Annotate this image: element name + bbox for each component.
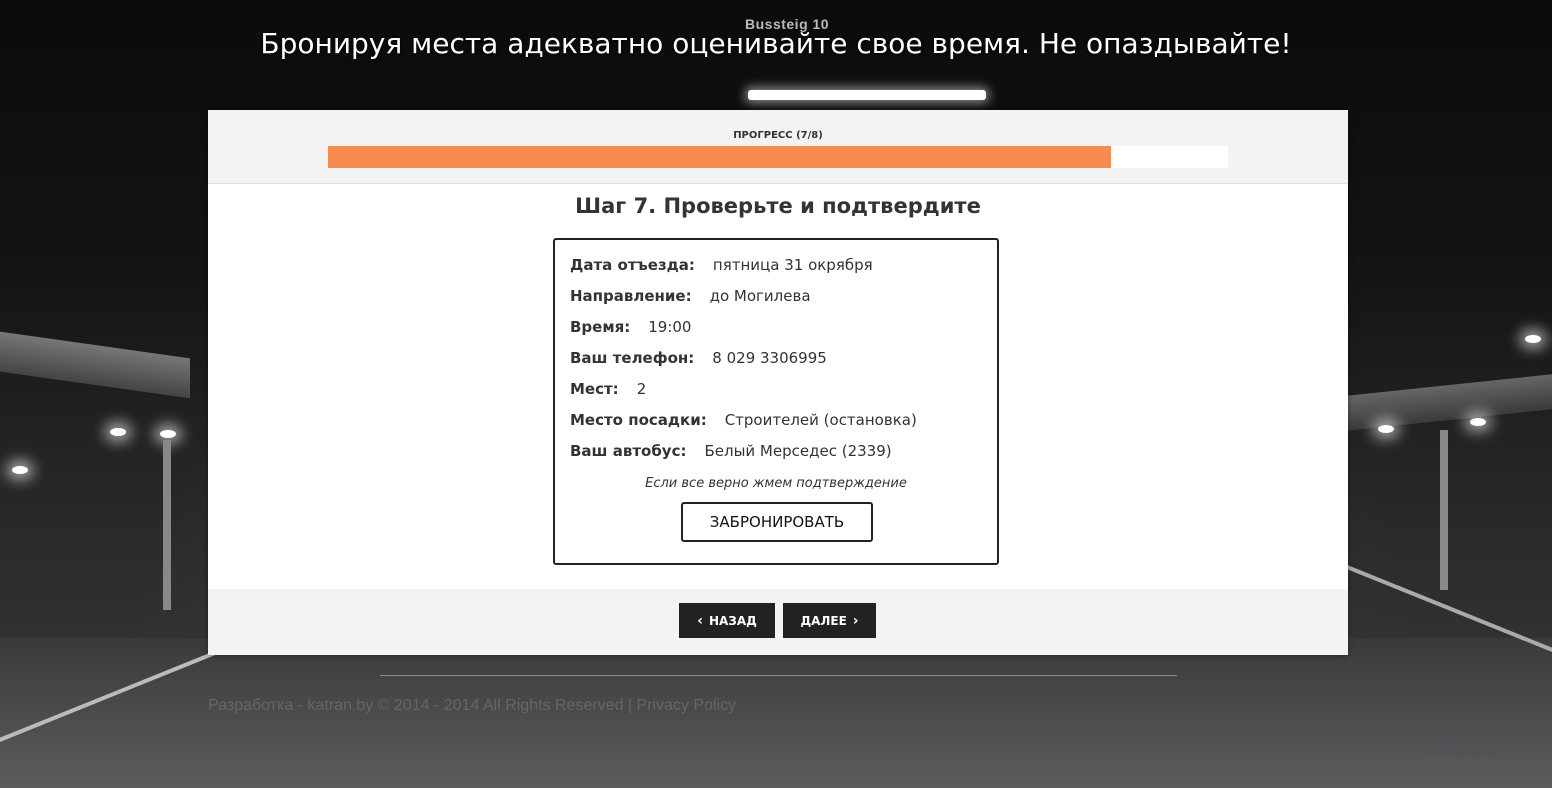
copyright-text: Разработка - katran.by © 2014 - 2014 All… (208, 697, 624, 714)
copyright: Разработка - katran.by © 2014 - 2014 All… (208, 697, 736, 715)
summary-row-phone: Ваш телефон: 8 029 3306995 (570, 349, 827, 373)
lamp-light (12, 466, 28, 474)
booking-summary: Дата отъезда: пятница 31 окрября Направле… (553, 238, 999, 565)
summary-row-bus: Ваш автобус: Белый Мерседес (2339) (570, 442, 892, 466)
lamp-light (1525, 335, 1541, 343)
summary-row-seats: Мест: 2 (570, 380, 646, 404)
site-watermark: katran.by (1421, 736, 1513, 761)
confirm-note: Если все верно жмем подтверждение (645, 476, 907, 491)
back-button-label: НАЗАД (708, 613, 757, 628)
summary-value: 8 029 3306995 (712, 349, 827, 367)
footer-divider (380, 675, 1177, 676)
progress-bar (328, 146, 1228, 168)
summary-row-boarding-place: Место посадки: Строителей (остановка) (570, 411, 917, 435)
privacy-policy-link[interactable]: Privacy Policy (637, 697, 737, 714)
copyright-separator: | (627, 697, 633, 714)
chevron-right-icon: › (852, 612, 859, 629)
summary-value: пятница 31 окрября (712, 256, 873, 274)
lamp-light (160, 430, 176, 438)
lamp-light (1470, 418, 1486, 426)
ceiling-light (748, 90, 986, 100)
progress-bar-fill (328, 146, 1111, 168)
wizard-footer: ‹ НАЗАД ДАЛЕЕ › (208, 589, 1348, 655)
lamp-pole (163, 440, 171, 610)
back-button[interactable]: ‹ НАЗАД (679, 603, 775, 638)
summary-label: Время: (570, 318, 631, 336)
lamp-light (1378, 425, 1394, 433)
summary-label: Направление: (570, 287, 692, 305)
summary-label: Ваш автобус: (570, 442, 687, 460)
summary-row-time: Время: 19:00 (570, 318, 691, 342)
summary-label: Мест: (570, 380, 619, 398)
summary-label: Место посадки: (570, 411, 707, 429)
progress-label: ПРОГРЕСС (7/8) (733, 130, 823, 141)
booking-wizard: ПРОГРЕСС (7/8) Шаг 7. Проверьте и подтве… (208, 110, 1348, 655)
left-shelter-roof (0, 331, 190, 399)
lamp-pole (1440, 430, 1448, 590)
summary-label: Ваш телефон: (570, 349, 695, 367)
wizard-header: ПРОГРЕСС (7/8) (208, 110, 1348, 184)
summary-value: 19:00 (648, 318, 692, 336)
summary-value: до Могилева (709, 287, 811, 305)
step-title: Шаг 7. Проверьте и подтвердите (575, 194, 981, 218)
summary-label: Дата отъезда: (570, 256, 695, 274)
summary-row-direction: Направление: до Могилева (570, 287, 811, 311)
summary-value: 2 (636, 380, 647, 398)
chevron-left-icon: ‹ (697, 612, 703, 629)
summary-row-departure-date: Дата отъезда: пятница 31 окрября (570, 256, 873, 280)
summary-value: Строителей (остановка) (724, 411, 917, 429)
summary-value: Белый Мерседес (2339) (704, 442, 892, 460)
lamp-light (110, 428, 126, 436)
book-button[interactable]: ЗАБРОНИРОВАТЬ (681, 502, 873, 542)
next-button[interactable]: ДАЛЕЕ › (783, 603, 876, 638)
next-button-label: ДАЛЕЕ (800, 613, 847, 628)
page-headline: Бронируя места адекватно оценивайте свое… (260, 27, 1292, 60)
right-shelter-roof (1347, 374, 1552, 431)
